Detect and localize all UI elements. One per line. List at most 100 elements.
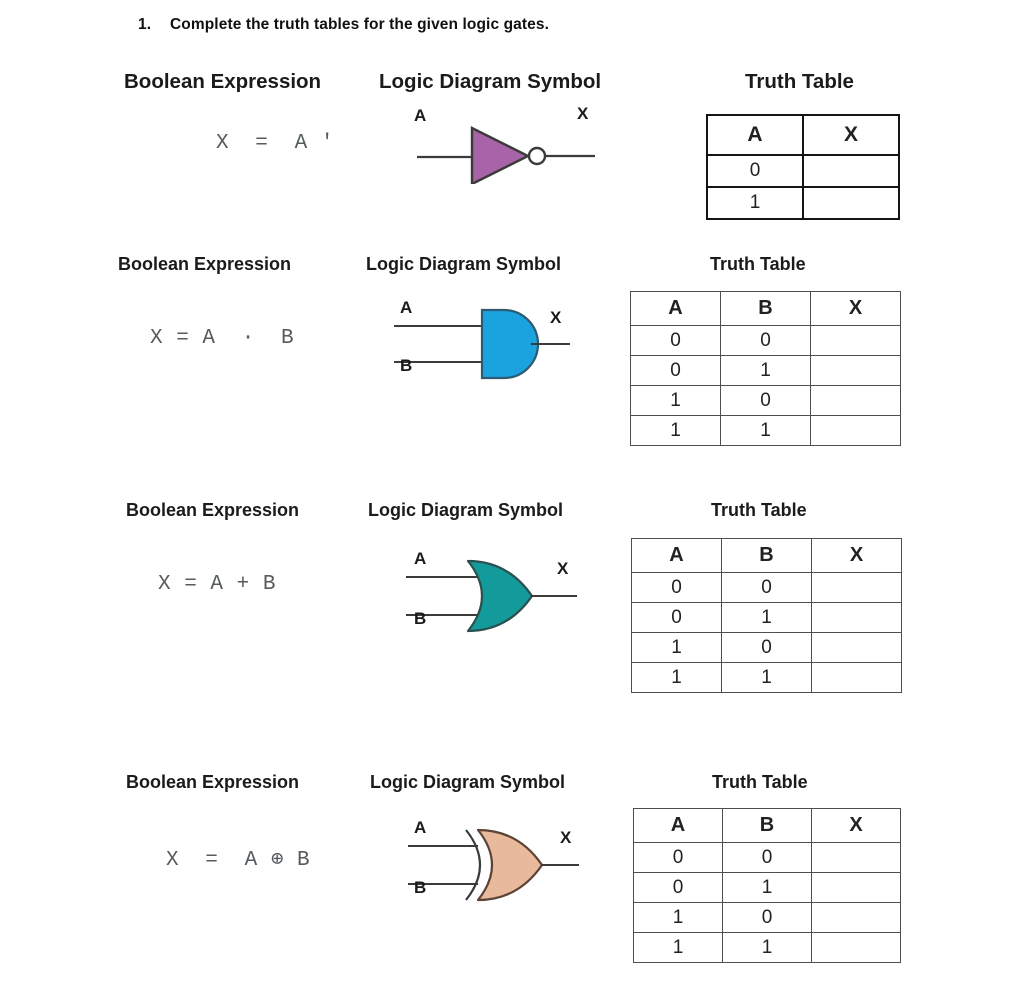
column-header-x: X [810,291,901,326]
cell-b: 0 [722,902,812,933]
column-header-b: B [722,808,812,843]
xor-gate-output-label-x: X [560,828,572,847]
header-logic-diagram-symbol: Logic Diagram Symbol [379,70,602,93]
column-header-b: B [720,291,811,326]
or-gate-input-label-a: A [414,549,427,568]
table-row: 1 1 [630,415,901,446]
cell-b: 1 [722,872,812,903]
cell-x-blank[interactable] [811,662,902,693]
not-gate-diagram: A X [414,104,597,184]
header-boolean-expression: Boolean Expression [126,772,300,792]
cell-x-blank[interactable] [811,872,901,903]
cell-a: 0 [630,325,721,356]
header-truth-table: Truth Table [712,772,808,792]
cell-a: 0 [631,602,722,633]
boolean-expression-and: X = A · B [150,327,295,350]
cell-b: 0 [722,842,812,873]
cell-x-blank[interactable] [811,842,901,873]
cell-a: 1 [630,385,721,416]
table-row: 1 0 [633,902,901,933]
table-row: 0 0 [633,842,901,873]
table-row: 0 0 [631,572,902,603]
cell-x-blank[interactable] [810,355,901,386]
table-header-row: A B X [630,291,901,326]
or-gate-input-label-b: B [414,609,427,628]
cell-x-blank[interactable] [802,154,900,188]
truth-table-or: A B X 0 0 0 1 1 0 1 1 [631,538,902,693]
cell-a: 1 [633,932,723,963]
table-row: 1 [706,186,900,220]
cell-a: 0 [633,842,723,873]
table-row: 0 1 [633,872,901,903]
cell-x-blank[interactable] [811,932,901,963]
table-header-row: A X [706,114,900,156]
cell-b: 0 [720,325,811,356]
header-boolean-expression: Boolean Expression [126,500,300,520]
cell-a: 0 [631,572,722,603]
table-row: 1 0 [630,385,901,416]
table-row: 1 1 [631,662,902,693]
xor-gate-input-label-b: B [414,878,427,897]
cell-a: 0 [706,154,804,188]
cell-b: 1 [722,932,812,963]
or-gate-diagram: A B X [404,547,579,639]
column-header-a: A [706,114,804,156]
cell-b: 1 [720,415,811,446]
cell-x-blank[interactable] [802,186,900,220]
cell-x-blank[interactable] [810,385,901,416]
question-text: Complete the truth tables for the given … [170,16,549,33]
cell-b: 0 [720,385,811,416]
xor-gate-input-label-a: A [414,818,427,837]
header-logic-diagram-symbol: Logic Diagram Symbol [368,500,564,520]
column-header-a: A [630,291,721,326]
not-gate-output-label-x: X [577,104,589,123]
header-truth-table: Truth Table [745,70,854,93]
table-row: 0 1 [631,602,902,633]
truth-table-and: A B X 0 0 0 1 1 0 1 1 [630,291,901,446]
column-header-b: B [721,538,812,573]
header-logic-diagram-symbol: Logic Diagram Symbol [366,254,562,274]
and-gate-diagram: A B X [392,294,572,386]
cell-b: 1 [721,662,812,693]
column-header-x: X [802,114,900,156]
table-header-row: A B X [633,808,901,843]
and-gate-input-label-b: B [400,356,413,375]
and-gate-input-label-a: A [400,298,413,317]
or-gate-output-label-x: X [557,559,569,578]
header-logic-diagram-symbol: Logic Diagram Symbol [370,772,566,792]
cell-x-blank[interactable] [810,325,901,356]
cell-a: 0 [633,872,723,903]
cell-a: 1 [633,902,723,933]
header-boolean-expression: Boolean Expression [118,254,292,274]
cell-a: 1 [706,186,804,220]
cell-b: 0 [721,572,812,603]
xor-gate-diagram: A B X [406,816,581,908]
boolean-expression-or: X = A + B [158,573,276,596]
question-line: 1. Complete the truth tables for the give… [138,16,549,34]
header-truth-table: Truth Table [711,500,807,520]
cell-a: 0 [630,355,721,386]
truth-table-xor: A B X 0 0 0 1 1 0 1 1 [633,808,901,963]
cell-a: 1 [631,632,722,663]
column-header-x: X [811,538,902,573]
question-number: 1. [138,16,152,33]
not-gate-input-label-a: A [414,106,427,125]
table-row: 0 1 [630,355,901,386]
table-row: 0 [706,154,900,188]
header-truth-table: Truth Table [710,254,806,274]
cell-b: 1 [720,355,811,386]
table-row: 1 1 [633,932,901,963]
cell-x-blank[interactable] [810,415,901,446]
table-row: 0 0 [630,325,901,356]
cell-x-blank[interactable] [811,632,902,663]
truth-table-not: A X 0 1 [706,114,900,220]
cell-x-blank[interactable] [811,572,902,603]
cell-b: 1 [721,602,812,633]
cell-b: 0 [721,632,812,663]
cell-x-blank[interactable] [811,602,902,633]
cell-x-blank[interactable] [811,902,901,933]
and-gate-output-label-x: X [550,308,562,327]
boolean-expression-not: X = A ' [216,132,334,155]
boolean-expression-xor: X = A ⊕ B [166,849,311,872]
table-header-row: A B X [631,538,902,573]
